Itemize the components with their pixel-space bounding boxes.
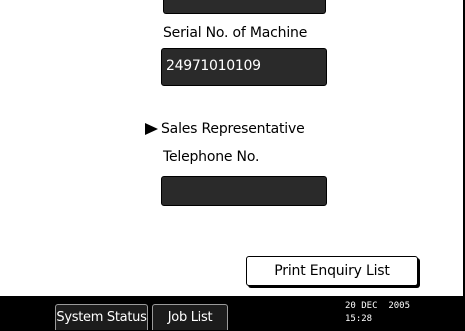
main-panel: Serial No. of Machine 24971010109 Sales …	[0, 0, 465, 296]
status-bar: System Status Job List 20 DEC 2005 15:28	[0, 296, 465, 330]
telephone-number-label: Telephone No.	[163, 149, 260, 165]
job-list-tab[interactable]: Job List	[152, 304, 228, 330]
right-triangle-icon	[145, 123, 158, 135]
print-enquiry-list-button[interactable]: Print Enquiry List	[246, 256, 418, 286]
system-status-tab[interactable]: System Status	[55, 304, 148, 330]
serial-number-field[interactable]: 24971010109	[161, 48, 327, 86]
date-time-display: 20 DEC 2005 15:28	[345, 300, 410, 326]
telephone-number-field[interactable]	[161, 176, 327, 206]
serial-number-label: Serial No. of Machine	[163, 25, 308, 41]
previous-field-stub[interactable]	[163, 0, 326, 14]
time-text: 15:28	[345, 314, 373, 324]
sales-representative-label: Sales Representative	[161, 121, 305, 137]
sales-representative-heading: Sales Representative	[145, 121, 305, 137]
date-text: 20 DEC 2005	[345, 301, 411, 311]
